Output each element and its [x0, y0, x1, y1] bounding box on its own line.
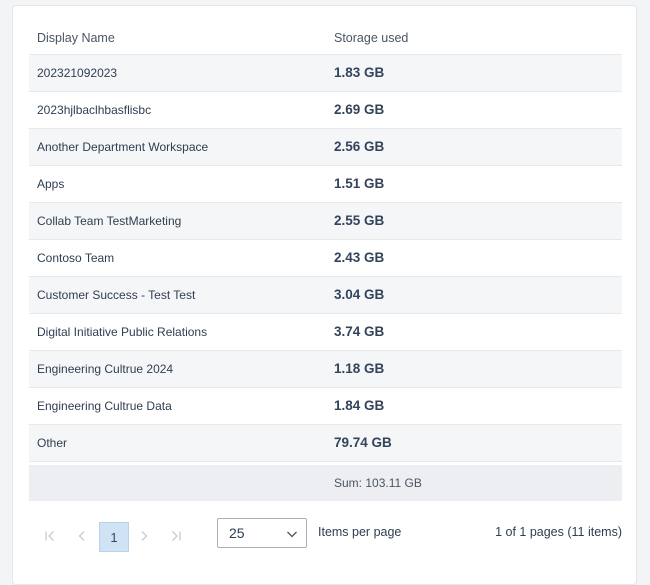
- sum-value: Sum: 103.11 GB: [326, 465, 622, 501]
- next-page-icon: [141, 531, 148, 541]
- chevron-down-icon: [287, 531, 297, 538]
- sum-empty-cell: [29, 465, 326, 501]
- row-display-name: Contoso Team: [29, 239, 326, 277]
- items-per-page-label: Items per page: [318, 525, 402, 539]
- first-page-icon: [45, 531, 54, 541]
- table-row[interactable]: Customer Success - Test Test 3.04 GB: [29, 276, 622, 314]
- row-storage-used: 1.18 GB: [326, 350, 622, 388]
- table-row[interactable]: Engineering Cultrue 2024 1.18 GB: [29, 350, 622, 388]
- storage-table: Display Name Storage used 202321092023 1…: [29, 22, 622, 501]
- row-storage-used: 1.83 GB: [326, 54, 622, 92]
- table-row[interactable]: Contoso Team 2.43 GB: [29, 239, 622, 277]
- row-display-name: 2023hjlbaclhbasflisbc: [29, 91, 326, 129]
- table-row[interactable]: 202321092023 1.83 GB: [29, 54, 622, 92]
- page-size-value: 25: [229, 525, 245, 541]
- row-display-name: Another Department Workspace: [29, 128, 326, 166]
- column-header-display-name[interactable]: Display Name: [29, 22, 326, 55]
- table-row[interactable]: Collab Team TestMarketing 2.55 GB: [29, 202, 622, 240]
- pagination-bar: 1 25 Items per page 1 of 1 pages (11 ite…: [29, 518, 622, 552]
- table-row[interactable]: 2023hjlbaclhbasflisbc 2.69 GB: [29, 91, 622, 129]
- row-display-name: Engineering Cultrue Data: [29, 387, 326, 425]
- row-display-name: Engineering Cultrue 2024: [29, 350, 326, 388]
- row-storage-used: 1.51 GB: [326, 165, 622, 203]
- table-row[interactable]: Engineering Cultrue Data 1.84 GB: [29, 387, 622, 425]
- row-display-name: Digital Initiative Public Relations: [29, 313, 326, 351]
- previous-page-button[interactable]: [67, 521, 97, 551]
- storage-card: Display Name Storage used 202321092023 1…: [12, 5, 637, 585]
- column-header-storage-used[interactable]: Storage used: [326, 22, 622, 55]
- row-display-name: Apps: [29, 165, 326, 203]
- row-display-name: Customer Success - Test Test: [29, 276, 326, 314]
- row-storage-used: 1.84 GB: [326, 387, 622, 425]
- row-storage-used: 2.55 GB: [326, 202, 622, 240]
- row-storage-used: 2.56 GB: [326, 128, 622, 166]
- row-display-name: 202321092023: [29, 54, 326, 92]
- table-row[interactable]: Digital Initiative Public Relations 3.74…: [29, 313, 622, 351]
- row-display-name: Collab Team TestMarketing: [29, 202, 326, 240]
- table-row[interactable]: Another Department Workspace 2.56 GB: [29, 128, 622, 166]
- row-storage-used: 3.04 GB: [326, 276, 622, 314]
- row-display-name: Other: [29, 424, 326, 462]
- next-page-button[interactable]: [129, 521, 159, 551]
- row-storage-used: 2.69 GB: [326, 91, 622, 129]
- previous-page-icon: [78, 531, 85, 541]
- table-row[interactable]: Other 79.74 GB: [29, 424, 622, 462]
- page-info: 1 of 1 pages (11 items): [495, 525, 622, 539]
- row-storage-used: 3.74 GB: [326, 313, 622, 351]
- table-header-row: Display Name Storage used: [29, 22, 622, 55]
- row-storage-used: 2.43 GB: [326, 239, 622, 277]
- table-row[interactable]: Apps 1.51 GB: [29, 165, 622, 203]
- last-page-button[interactable]: [161, 521, 191, 551]
- page-size-select[interactable]: 25: [217, 518, 307, 548]
- row-storage-used: 79.74 GB: [326, 424, 622, 462]
- last-page-icon: [172, 531, 181, 541]
- first-page-button[interactable]: [35, 521, 65, 551]
- current-page-button[interactable]: 1: [99, 522, 129, 552]
- sum-row: Sum: 103.11 GB: [29, 465, 622, 501]
